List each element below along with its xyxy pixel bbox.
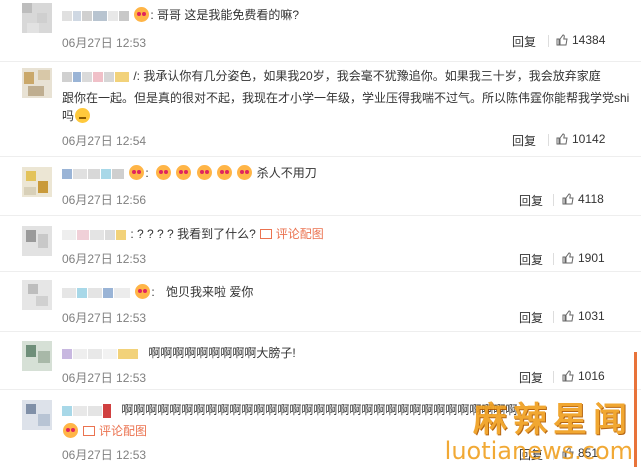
comment-time: 06月27日 12:56 (62, 193, 147, 207)
thumbs-up-icon (562, 252, 574, 264)
avatar[interactable] (22, 226, 52, 256)
image-icon (83, 426, 95, 436)
divider (548, 134, 549, 146)
comment-item: : 饱贝我来啦 爱你 06月27日 12:53 回复 1031 (0, 272, 641, 332)
heart-eyes-icon (129, 165, 145, 180)
divider (553, 448, 554, 460)
like-button[interactable]: 851 (562, 446, 598, 460)
reply-button[interactable]: 回复 (512, 132, 536, 149)
comment-content: : 饱贝我来啦 爱你 (62, 281, 622, 303)
thumbs-up-icon (562, 193, 574, 205)
comment-content: : 杀人不用刀 (62, 162, 622, 184)
comment-text: 啊啊啊啊啊啊啊啊啊大膀子! (148, 346, 296, 360)
reply-button[interactable]: 回复 (519, 446, 543, 463)
comment-content: : 哥哥 这是我能免费看的嘛? (62, 4, 622, 26)
comment-item: 啊啊啊啊啊啊啊啊啊啊啊啊啊啊啊啊啊啊啊啊啊啊啊啊啊啊啊啊啊啊啊啊啊 评论配图 0… (0, 390, 641, 467)
comment-item: : ? ? ? ? 我看到了什么? 评论配图 06月27日 12:53 回复 19… (0, 216, 641, 272)
comment-content: /: 我承认你有几分姿色，如果我20岁，我会毫不犹豫追你。如果我三十岁，我会放弃… (62, 65, 622, 87)
reply-button[interactable]: 回复 (512, 33, 536, 50)
avatar[interactable] (22, 3, 52, 33)
comment-content-line-3: 吗 (62, 105, 622, 127)
like-button[interactable]: 14384 (556, 33, 605, 47)
comment-text: 我承认你有几分姿色，如果我20岁，我会毫不犹豫追你。如果我三十岁，我会放弃家庭 (143, 69, 601, 83)
username[interactable] (62, 227, 130, 241)
like-count: 1031 (578, 309, 605, 323)
username[interactable] (62, 69, 133, 83)
comment-text: 杀人不用刀 (256, 166, 317, 180)
scrollbar[interactable] (634, 352, 637, 467)
avatar[interactable] (22, 400, 52, 430)
like-count: 1016 (578, 369, 605, 383)
username[interactable] (62, 346, 142, 360)
like-button[interactable]: 1016 (562, 369, 605, 383)
thumbs-up-icon (556, 133, 568, 145)
username[interactable] (62, 403, 115, 418)
comment-time: 06月27日 12:54 (62, 134, 147, 148)
like-button[interactable]: 1901 (562, 251, 605, 265)
like-count: 10142 (572, 132, 606, 146)
heart-eyes-icon (63, 423, 78, 438)
image-icon (259, 229, 272, 239)
comment-text: 饱贝我来啦 爱你 (166, 285, 254, 299)
reply-button[interactable]: 回复 (519, 251, 543, 268)
comment-image-link[interactable]: 评论配图 (276, 227, 324, 241)
comment-time: 06月27日 12:53 (62, 36, 147, 50)
avatar[interactable] (22, 341, 52, 371)
comment-text: ? ? ? ? 我看到了什么? (137, 227, 256, 241)
comment-content: 啊啊啊啊啊啊啊啊啊大膀子! (62, 342, 622, 364)
like-button[interactable]: 10142 (556, 132, 605, 146)
comment-item: : 杀人不用刀 06月27日 12:56 回复 4118 (0, 157, 641, 216)
heart-eyes-icon (156, 165, 172, 180)
divider (553, 311, 554, 323)
divider (548, 35, 549, 47)
comment-text: 吗 (62, 109, 75, 123)
like-count: 4118 (578, 192, 604, 206)
comment-time: 06月27日 12:53 (62, 252, 147, 266)
heart-eyes-icon (196, 165, 212, 180)
comment-text: 哥哥 这是我能免费看的嘛? (157, 8, 300, 22)
like-count: 1901 (578, 251, 605, 265)
comment-time: 06月27日 12:53 (62, 311, 147, 325)
like-button[interactable]: 4118 (562, 192, 604, 206)
thumbs-up-icon (556, 34, 568, 46)
avatar[interactable] (22, 280, 52, 310)
avatar[interactable] (22, 167, 52, 197)
heart-eyes-icon (135, 284, 151, 299)
like-button[interactable]: 1031 (562, 309, 605, 323)
comment-content: 啊啊啊啊啊啊啊啊啊啊啊啊啊啊啊啊啊啊啊啊啊啊啊啊啊啊啊啊啊啊啊啊啊 (62, 399, 622, 421)
heart-eyes-icon (237, 165, 253, 180)
thumbs-up-icon (562, 447, 574, 459)
comment-item: : 哥哥 这是我能免费看的嘛? 06月27日 12:53 回复 14384 (0, 0, 641, 62)
thumbs-up-icon (562, 310, 574, 322)
thumbs-up-icon (562, 370, 574, 382)
heart-eyes-icon (217, 165, 233, 180)
username[interactable] (62, 8, 133, 22)
comment-image-link[interactable]: 评论配图 (99, 424, 147, 438)
comment-content-line-2: 评论配图 (62, 420, 622, 442)
heart-eyes-icon (134, 7, 150, 22)
comment-item: 啊啊啊啊啊啊啊啊啊大膀子! 06月27日 12:53 回复 1016 (0, 332, 641, 390)
heart-eyes-icon (176, 165, 192, 180)
username[interactable] (62, 285, 134, 299)
divider (553, 194, 554, 206)
comment-content: : ? ? ? ? 我看到了什么? 评论配图 (62, 223, 622, 245)
reply-button[interactable]: 回复 (519, 309, 543, 326)
comment-item: /: 我承认你有几分姿色，如果我20岁，我会毫不犹豫追你。如果我三十岁，我会放弃… (0, 62, 641, 157)
sweat-smile-icon (75, 108, 91, 123)
comment-text: 啊啊啊啊啊啊啊啊啊啊啊啊啊啊啊啊啊啊啊啊啊啊啊啊啊啊啊啊啊啊啊啊啊 (121, 403, 518, 417)
reply-button[interactable]: 回复 (519, 369, 543, 386)
username[interactable] (62, 166, 128, 180)
avatar[interactable] (22, 68, 52, 98)
like-count: 851 (578, 446, 599, 460)
divider (553, 253, 554, 265)
like-count: 14384 (572, 33, 606, 47)
reply-button[interactable]: 回复 (519, 192, 543, 209)
divider (553, 371, 554, 383)
comment-time: 06月27日 12:53 (62, 371, 147, 385)
comment-time: 06月27日 12:53 (62, 448, 147, 462)
